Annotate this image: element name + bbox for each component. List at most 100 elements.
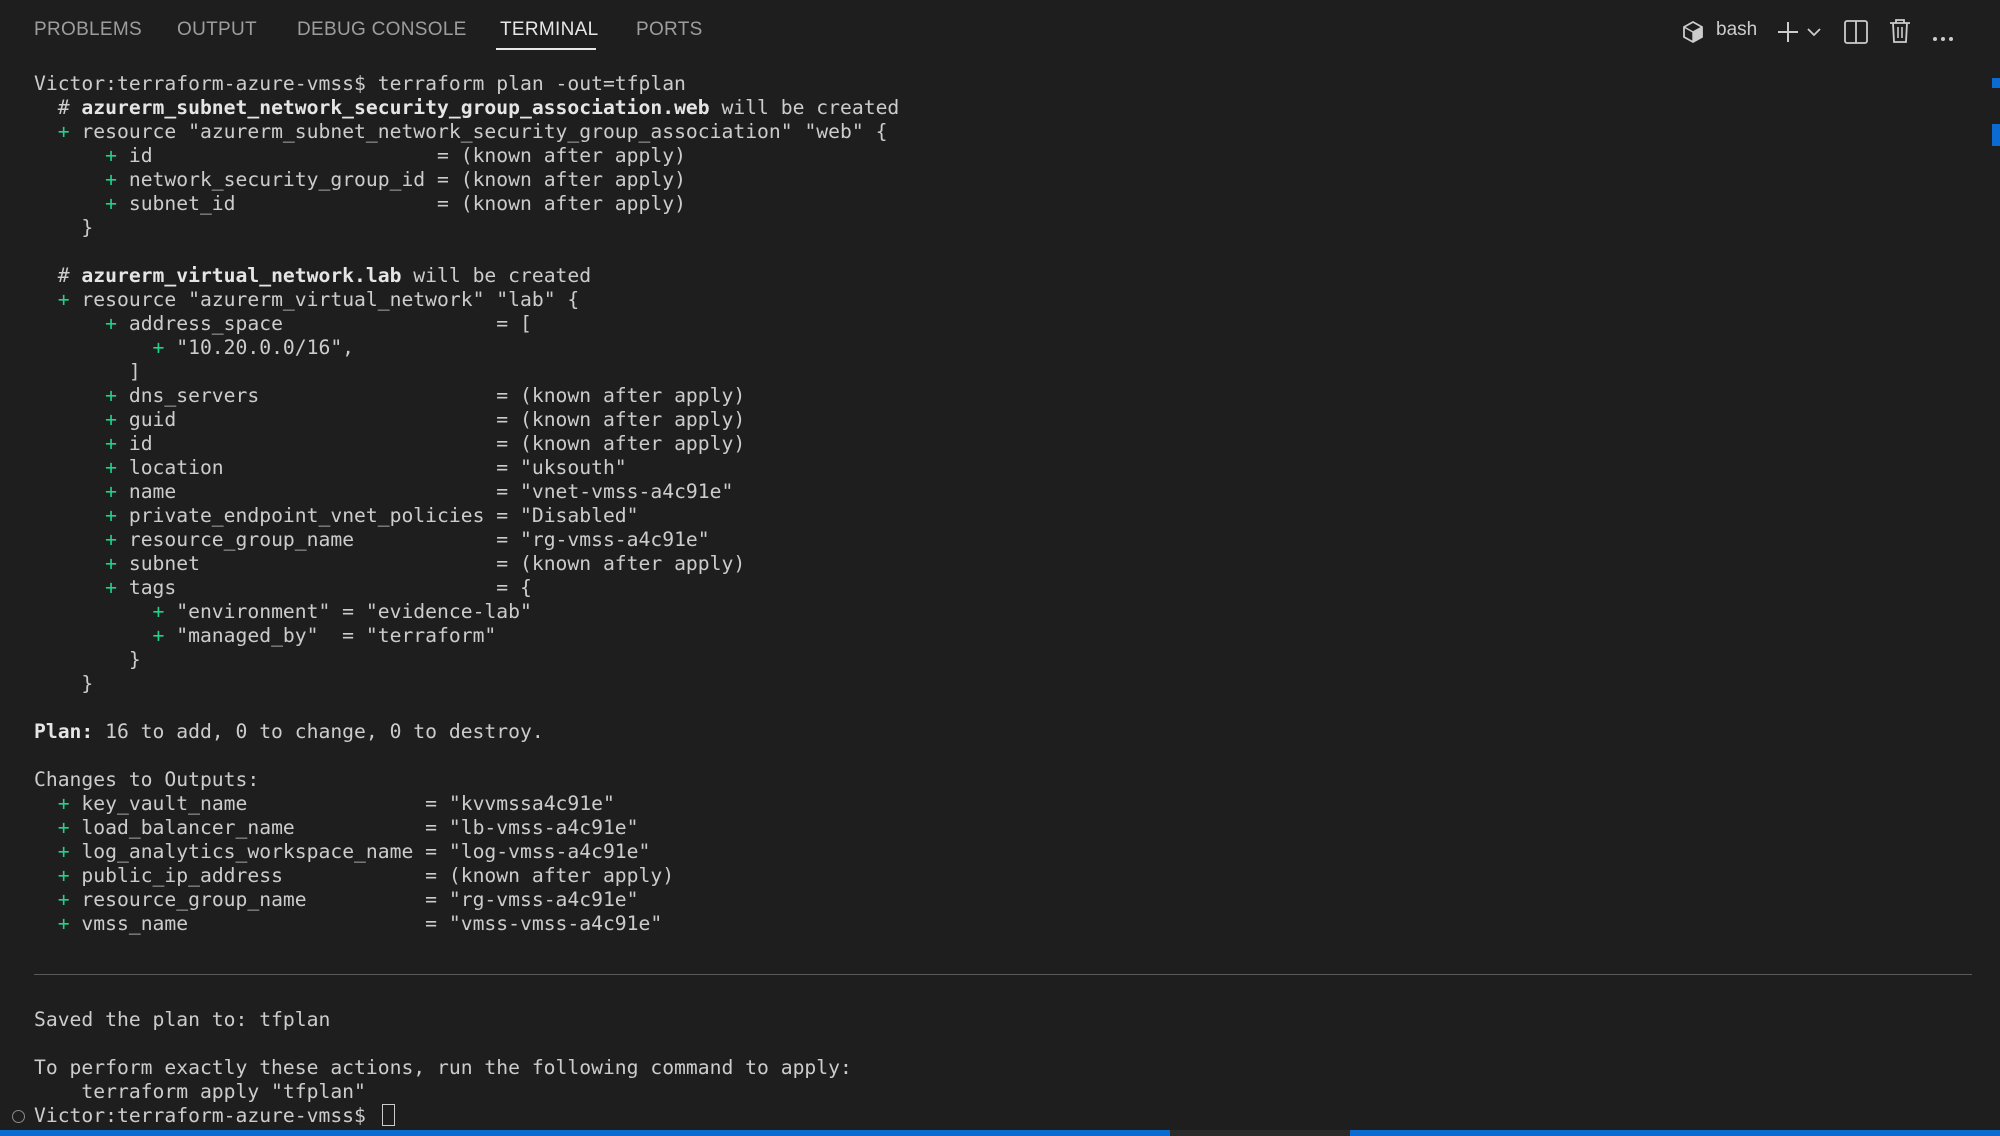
terminal-text: ]	[34, 360, 141, 383]
terminal-text: #	[34, 264, 82, 287]
terminal-text: azurerm_virtual_network.lab	[81, 264, 402, 287]
terminal-text: resource_group_name = "rg-vmss-a4c91e"	[69, 888, 639, 911]
plus-marker: +	[152, 336, 165, 359]
terminal-text: Victor:terraform-azure-vmss$	[34, 1104, 378, 1127]
active-tab-indicator	[496, 48, 596, 50]
trash-icon[interactable]	[1888, 17, 1912, 49]
terminal-text: name = "vnet-vmss-a4c91e"	[116, 480, 734, 503]
plus-marker: +	[57, 864, 70, 887]
terminal-line: Saved the plan to: tfplan	[34, 1008, 1974, 1032]
terminal-text: id = (known after apply)	[116, 144, 686, 167]
terminal-line: + "environment" = "evidence-lab"	[34, 600, 1974, 624]
terminal-text: location = "uksouth"	[116, 456, 627, 479]
terminal-text: To perform exactly these actions, run th…	[34, 1056, 852, 1079]
terminal-line: + id = (known after apply)	[34, 432, 1974, 456]
terminal-line: + guid = (known after apply)	[34, 408, 1974, 432]
terminal-cursor	[381, 1104, 395, 1126]
plus-marker: +	[105, 576, 117, 599]
terminal-line: Plan: 16 to add, 0 to change, 0 to destr…	[34, 720, 1974, 744]
terminal-text: terraform apply "tfplan"	[34, 1080, 366, 1103]
terminal-text: 16 to add, 0 to change, 0 to destroy.	[93, 720, 544, 743]
terminal-text: Changes to Outputs:	[34, 768, 260, 791]
terminal-text: "environment" = "evidence-lab"	[164, 600, 532, 623]
terminal-text: subnet_id = (known after apply)	[116, 192, 686, 215]
plus-marker: +	[105, 144, 117, 167]
terminal-text: }	[34, 672, 94, 695]
terminal-line: }	[34, 648, 1974, 672]
terminal-line: + name = "vnet-vmss-a4c91e"	[34, 480, 1974, 504]
terminal-line: To perform exactly these actions, run th…	[34, 1056, 1974, 1080]
plus-marker: +	[105, 480, 117, 503]
tab-output[interactable]: OUTPUT	[177, 19, 257, 41]
plus-marker: +	[152, 624, 165, 647]
terminal-text: private_endpoint_vnet_policies = "Disabl…	[116, 504, 639, 527]
terminal-text: address_space = [	[116, 312, 532, 335]
terminal-text: subnet = (known after apply)	[116, 552, 746, 575]
terminal-text: }	[34, 216, 94, 239]
terminal-output[interactable]: Victor:terraform-azure-vmss$ terraform p…	[34, 72, 1974, 1132]
terminal-line: + subnet = (known after apply)	[34, 552, 1974, 576]
plus-icon[interactable]	[1776, 20, 1800, 48]
plus-marker: +	[57, 888, 70, 911]
plus-marker: +	[105, 312, 117, 335]
terminal-line: + "10.20.0.0/16",	[34, 336, 1974, 360]
terminal-line: + location = "uksouth"	[34, 456, 1974, 480]
shell-name-label[interactable]: bash	[1716, 19, 1757, 41]
split-terminal-icon[interactable]	[1843, 19, 1869, 49]
terminal-line: # azurerm_virtual_network.lab will be cr…	[34, 264, 1974, 288]
terminal-line: }	[34, 216, 1974, 240]
tab-problems[interactable]: PROBLEMS	[34, 19, 142, 41]
terminal-shell-icon[interactable]	[1682, 20, 1704, 48]
terminal-text: dns_servers = (known after apply)	[116, 384, 746, 407]
terminal-text: vmss_name = "vmss-vmss-a4c91e"	[69, 912, 663, 935]
terminal-scrollbar[interactable]	[1990, 78, 2000, 1130]
terminal-line: + "managed_by" = "terraform"	[34, 624, 1974, 648]
scrollbar-thumb[interactable]	[1992, 124, 2000, 146]
terminal-line: Changes to Outputs:	[34, 768, 1974, 792]
plus-marker: +	[57, 912, 70, 935]
plus-marker: +	[105, 504, 117, 527]
terminal-line: + dns_servers = (known after apply)	[34, 384, 1974, 408]
plus-marker: +	[105, 552, 117, 575]
plus-marker: +	[105, 168, 117, 191]
terminal-text: "managed_by" = "terraform"	[164, 624, 497, 647]
status-bar	[0, 1130, 2000, 1136]
command-status-icon	[12, 1110, 25, 1123]
tab-debug-console[interactable]: DEBUG CONSOLE	[297, 19, 467, 41]
scrollbar-marker	[1992, 78, 2000, 88]
terminal-text: tags = {	[116, 576, 532, 599]
terminal-text: key_vault_name = "kvvmssa4c91e"	[69, 792, 615, 815]
tab-ports[interactable]: PORTS	[636, 19, 703, 41]
terminal-text: Saved the plan to: tfplan	[34, 1008, 331, 1031]
plus-marker: +	[57, 792, 70, 815]
terminal-line: Victor:terraform-azure-vmss$ terraform p…	[34, 72, 1974, 96]
output-divider	[34, 974, 1972, 975]
terminal-text: Plan:	[34, 720, 94, 743]
chevron-down-icon[interactable]	[1806, 24, 1822, 43]
plus-marker: +	[105, 192, 117, 215]
ellipsis-icon[interactable]	[1932, 28, 1954, 47]
terminal-text: azurerm_subnet_network_security_group_as…	[81, 96, 710, 119]
plus-marker: +	[105, 432, 117, 455]
terminal-line: + load_balancer_name = "lb-vmss-a4c91e"	[34, 816, 1974, 840]
tab-terminal[interactable]: TERMINAL	[500, 19, 598, 41]
terminal-text: log_analytics_workspace_name = "log-vmss…	[69, 840, 651, 863]
terminal-text: network_security_group_id = (known after…	[116, 168, 686, 191]
status-bar-segment	[1170, 1130, 1350, 1136]
plus-marker: +	[105, 408, 117, 431]
